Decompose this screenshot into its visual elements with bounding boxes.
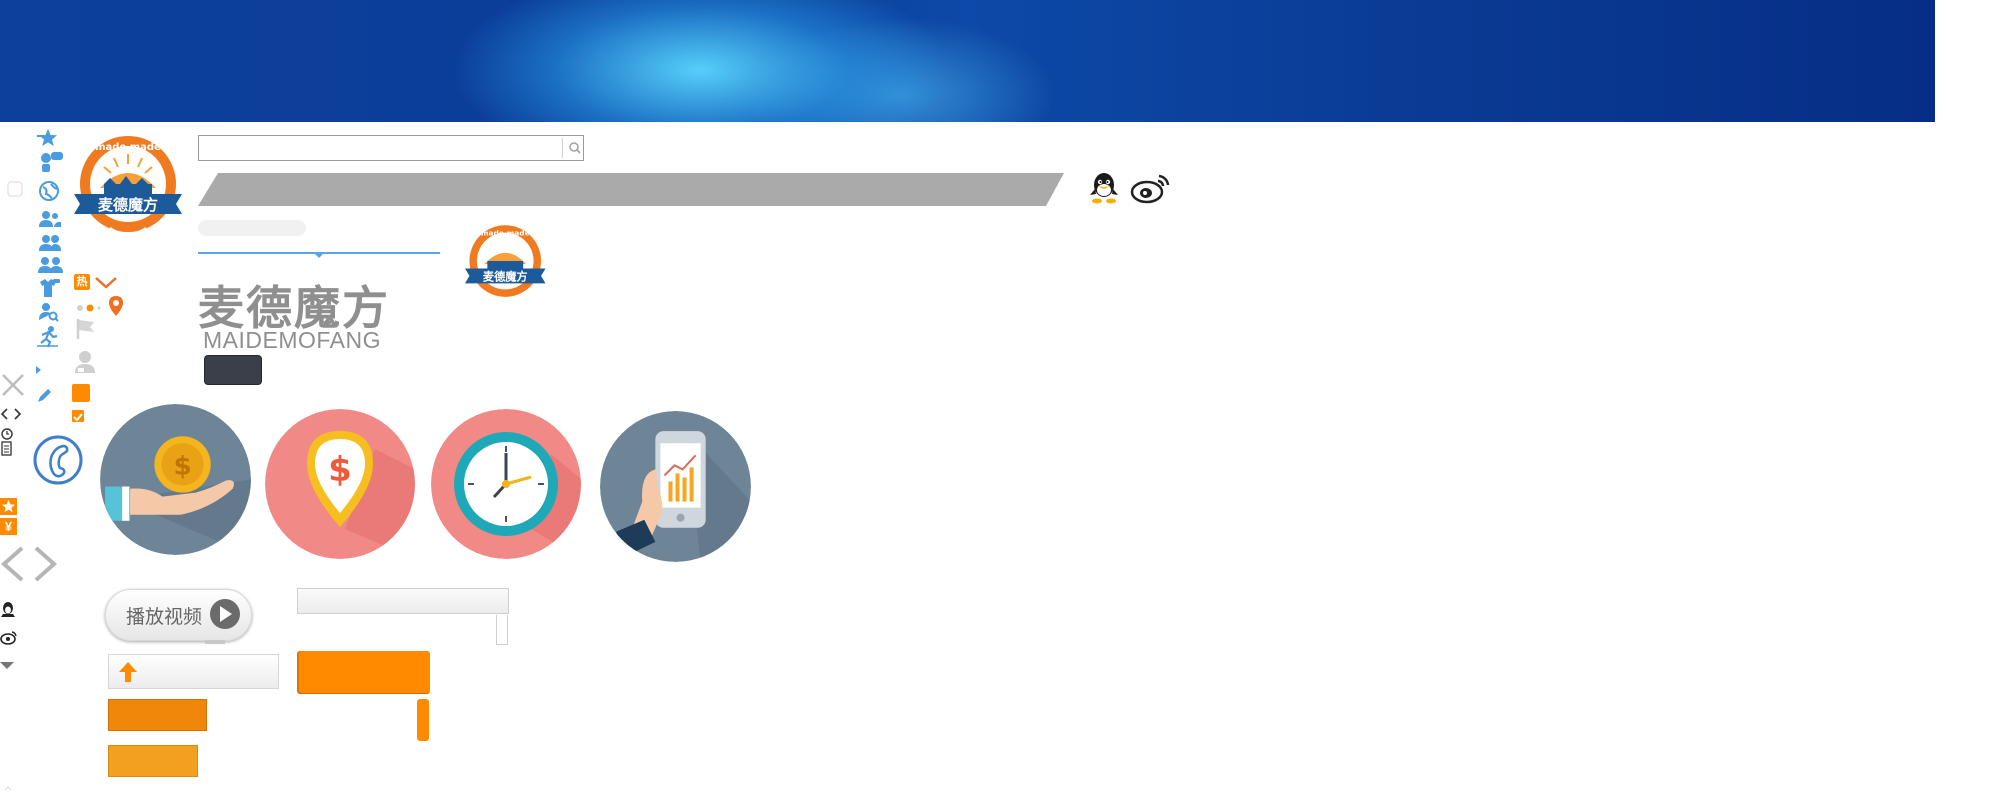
qq-small-icon[interactable]: [0, 600, 16, 623]
runner-icon[interactable]: [36, 326, 60, 348]
play-video-label: 播放视频: [126, 607, 203, 628]
faint-sprite-icon: [6, 180, 24, 205]
arrow-up-icon: [118, 661, 138, 683]
users-tag-icon[interactable]: [38, 150, 64, 174]
caret-down-icon[interactable]: [0, 662, 14, 669]
phone-circle-icon[interactable]: [32, 434, 84, 491]
input-strip[interactable]: [297, 588, 509, 614]
yen-badge-icon: ¥: [0, 518, 17, 535]
users-icon[interactable]: [38, 210, 62, 228]
weibo-small-icon[interactable]: [0, 630, 18, 651]
logo-small-top-text: made made: [481, 229, 530, 238]
person-icon: [74, 350, 96, 379]
search-icon[interactable]: [566, 139, 584, 157]
document-small-icon: [0, 441, 14, 462]
coin-hand-icon: $: [100, 404, 251, 555]
logo-top-text: made made: [95, 142, 161, 153]
svg-text:$: $: [328, 450, 352, 490]
hot-badge-icon: 热: [74, 274, 90, 290]
tiny-caret-icon: [4, 783, 12, 794]
orange-button-large[interactable]: [297, 651, 430, 693]
close-x-icon[interactable]: [0, 372, 24, 396]
orange-button-edge[interactable]: [417, 699, 429, 741]
orange-button-small[interactable]: [108, 745, 198, 777]
carousel-dots-icon[interactable]: [76, 300, 102, 318]
weibo-icon[interactable]: [1130, 172, 1172, 204]
shirt-icon[interactable]: [36, 278, 60, 298]
brand-logo-small[interactable]: 麦德魔方 made made: [462, 222, 550, 306]
globe-icon[interactable]: [38, 180, 60, 202]
scrollbar-piece[interactable]: [496, 615, 508, 645]
star-icon[interactable]: [36, 128, 62, 148]
users-icon[interactable]: [38, 234, 62, 252]
logo-small-name-text: 麦德魔方: [483, 269, 528, 283]
play-icon: [220, 606, 232, 622]
hero-banner: [0, 0, 1935, 122]
chevron-down-icon[interactable]: [94, 276, 118, 295]
prev-next-small-icon[interactable]: [0, 407, 22, 426]
gray-nav-bar: [198, 173, 1064, 206]
star-badge-icon: [0, 498, 17, 515]
play-button-tab: [205, 640, 225, 644]
checkbox-checked[interactable]: [72, 410, 84, 422]
orange-square-icon: [72, 384, 90, 402]
qq-icon[interactable]: [1087, 171, 1121, 205]
search-divider: [562, 138, 563, 158]
logo-name-text: 麦德魔方: [98, 196, 158, 214]
users-icon[interactable]: [38, 256, 64, 274]
phone-chart-icon: [600, 411, 751, 562]
tab-pill[interactable]: [198, 220, 306, 236]
flag-icon: [76, 318, 96, 345]
pencil-icon[interactable]: [36, 388, 52, 404]
arrows-large-icon[interactable]: [0, 544, 58, 589]
location-dollar-icon: $: [265, 409, 415, 559]
dark-button[interactable]: [204, 355, 262, 385]
bullet-icon: [36, 366, 41, 374]
search-user-icon[interactable]: [38, 302, 60, 322]
location-icon[interactable]: [108, 295, 124, 322]
brand-logo-large[interactable]: 麦德魔方 made made: [70, 132, 188, 244]
orange-button-medium[interactable]: [108, 699, 207, 731]
brand-name-en: MAIDEMOFANG: [203, 327, 382, 353]
search-input[interactable]: [198, 135, 584, 161]
clock-icon: [431, 409, 581, 559]
svg-text:$: $: [173, 451, 191, 481]
tab-caret-icon: [313, 252, 325, 258]
